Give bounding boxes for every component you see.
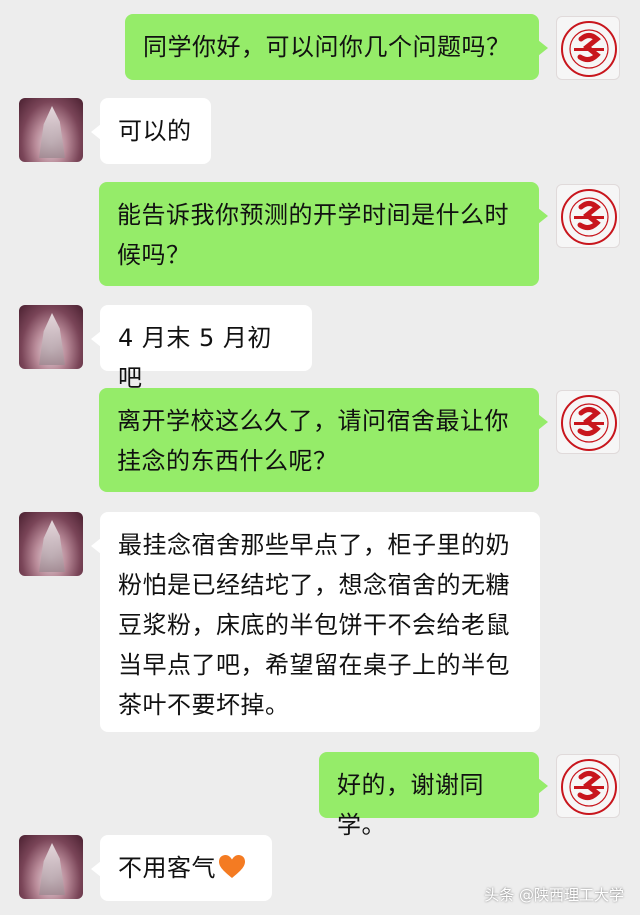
school-logo-avatar[interactable] [556, 16, 620, 80]
chat-bubble-received[interactable]: 可以的 [91, 98, 211, 164]
school-logo-avatar[interactable] [556, 184, 620, 248]
contact-avatar[interactable] [19, 98, 83, 162]
chat-bubble-sent[interactable]: 好的，谢谢同学。 [319, 752, 548, 839]
message-text: 同学你好，可以问你几个问题吗？ [143, 33, 511, 61]
chat-bubble-received[interactable]: 不用客气 [91, 835, 272, 901]
message-row: 最挂念宿舍那些早点了，柜子里的奶粉怕是已经结坨了，想念宿舍的无糖豆浆粉，床底的半… [0, 512, 640, 734]
message-text: 4 月末 5 月初吧 [118, 324, 272, 392]
contact-avatar[interactable] [19, 512, 83, 576]
message-text: 最挂念宿舍那些早点了，柜子里的奶粉怕是已经结坨了，想念宿舍的无糖豆浆粉，床底的半… [118, 531, 510, 719]
school-logo-avatar[interactable] [556, 390, 620, 454]
message-text: 能告诉我你预测的开学时间是什么时候吗？ [117, 201, 509, 269]
school-logo-avatar[interactable] [556, 754, 620, 818]
university-seal-icon [561, 759, 617, 815]
contact-avatar[interactable] [19, 305, 83, 369]
university-seal-icon [561, 189, 617, 245]
message-text: 不用客气 [118, 854, 216, 882]
message-row: 离开学校这么久了，请问宿舍最让你挂念的东西什么呢？ [0, 388, 640, 494]
message-text: 可以的 [118, 117, 192, 145]
heart-icon [219, 855, 245, 878]
message-row: 4 月末 5 月初吧 [0, 305, 640, 392]
message-text: 离开学校这么久了，请问宿舍最让你挂念的东西什么呢？ [117, 407, 509, 475]
university-seal-icon [561, 21, 617, 77]
chat-bubble-sent[interactable]: 同学你好，可以问你几个问题吗？ [125, 14, 548, 80]
chat-bubble-sent[interactable]: 离开学校这么久了，请问宿舍最让你挂念的东西什么呢？ [99, 388, 548, 492]
contact-avatar[interactable] [19, 835, 83, 899]
message-row: 能告诉我你预测的开学时间是什么时候吗？ [0, 182, 640, 288]
chat-bubble-sent[interactable]: 能告诉我你预测的开学时间是什么时候吗？ [99, 182, 548, 286]
message-row: 同学你好，可以问你几个问题吗？ [0, 14, 640, 84]
chat-area: 同学你好，可以问你几个问题吗？ 可以的 能告诉我你预测的开学时间是什么时候吗？ [0, 0, 640, 915]
message-row: 可以的 [0, 98, 640, 168]
message-row: 好的，谢谢同学。 [0, 752, 640, 839]
message-text: 好的，谢谢同学。 [337, 771, 484, 839]
chat-bubble-received[interactable]: 最挂念宿舍那些早点了，柜子里的奶粉怕是已经结坨了，想念宿舍的无糖豆浆粉，床底的半… [91, 512, 540, 732]
watermark: 头条 @陕西理工大学 [484, 886, 624, 904]
chat-bubble-received[interactable]: 4 月末 5 月初吧 [91, 305, 312, 392]
university-seal-icon [561, 395, 617, 451]
